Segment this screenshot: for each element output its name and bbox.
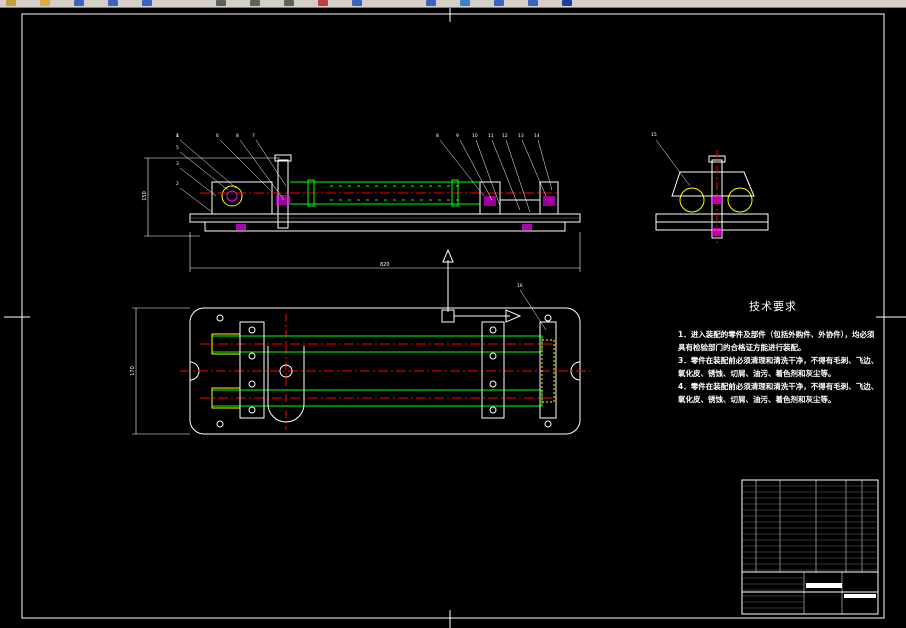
tech-line: 氧化皮、锈蚀、切屑、油污、着色剂和灰尘等。 bbox=[678, 369, 836, 378]
title-block-rows bbox=[742, 485, 878, 609]
right-clamp-bolt-2 bbox=[489, 352, 497, 360]
corner-bolt-tr bbox=[544, 314, 552, 322]
part-callout: 7 bbox=[252, 134, 255, 139]
part-callout: 12 bbox=[502, 134, 508, 139]
left-clamp-bolt-2 bbox=[248, 352, 256, 360]
side-leader bbox=[655, 139, 691, 187]
part-callout: 3 bbox=[176, 162, 179, 167]
end-bracket-nut bbox=[543, 196, 555, 206]
side-roller-right bbox=[727, 187, 753, 213]
pan-icon[interactable] bbox=[426, 0, 436, 6]
left-clamp-bolt-4 bbox=[248, 406, 256, 414]
length-dimension: 820 bbox=[380, 262, 390, 268]
part-callout: 14 bbox=[534, 134, 540, 139]
leader-9 bbox=[459, 139, 493, 201]
part-callout: 2 bbox=[176, 182, 179, 187]
top-leader bbox=[519, 289, 547, 331]
view-arrow bbox=[441, 248, 522, 323]
part-callout: 6 bbox=[216, 134, 219, 139]
help-icon[interactable] bbox=[562, 0, 572, 6]
side-view[interactable] bbox=[655, 139, 769, 244]
part-callout: 13 bbox=[518, 134, 524, 139]
side-roller-left bbox=[679, 187, 705, 213]
base-foot bbox=[204, 221, 566, 232]
leader-8 bbox=[439, 139, 485, 197]
save-icon[interactable] bbox=[74, 0, 84, 6]
right-bracket-nut bbox=[484, 196, 496, 206]
width-dimension: 170 bbox=[129, 366, 136, 376]
front-view[interactable] bbox=[144, 139, 581, 272]
tech-line: 氧化皮、锈蚀、切屑、油污、着色剂和灰尘等。 bbox=[678, 395, 836, 404]
block-icon[interactable] bbox=[528, 0, 538, 6]
leader-4 bbox=[179, 187, 213, 213]
side-vblock bbox=[671, 171, 755, 197]
part-callout: 10 bbox=[472, 134, 478, 139]
tech-line: 4．零件在装配前必须清理和清洗干净，不得有毛刺、飞边、 bbox=[678, 382, 879, 391]
copy-icon[interactable] bbox=[284, 0, 294, 6]
title-block-sheet-box bbox=[844, 594, 876, 598]
print-icon[interactable] bbox=[216, 0, 226, 6]
leader-13 bbox=[521, 139, 547, 197]
leader-7 bbox=[255, 139, 287, 187]
part-callout: 8 bbox=[436, 134, 439, 139]
leader-1 bbox=[179, 139, 237, 189]
left-clamp-bolt-3 bbox=[248, 380, 256, 388]
zoom-icon[interactable] bbox=[352, 0, 362, 6]
left-bolt-nut bbox=[276, 195, 290, 205]
base-nut-left bbox=[236, 224, 246, 230]
part-callout: 11 bbox=[488, 134, 494, 139]
right-block bbox=[499, 199, 541, 215]
tech-requirements-title: 技术要求 bbox=[749, 300, 797, 313]
left-clamp-bolt-1 bbox=[248, 326, 256, 334]
right-clamp-bolt-4 bbox=[489, 406, 497, 414]
undo-icon[interactable] bbox=[108, 0, 118, 6]
tech-line: 具有检验部门的合格证方能进行装配。 bbox=[678, 343, 806, 352]
part-callout: 1 bbox=[176, 134, 179, 139]
callout-side-view: 15 bbox=[651, 133, 657, 138]
tech-line: 1．进入装配的零件及部件（包括外购件、外协件），均必须 bbox=[678, 330, 875, 339]
top-view[interactable] bbox=[132, 289, 590, 435]
cut-icon[interactable] bbox=[250, 0, 260, 6]
height-dimension: 150 bbox=[141, 191, 148, 201]
part-callout: 9 bbox=[456, 134, 459, 139]
part-callout: 5 bbox=[176, 146, 179, 151]
tech-line: 3．零件在装配前必须清理和清洗干净，不得有毛刺、飞边、 bbox=[678, 356, 879, 365]
corner-bolt-bl bbox=[216, 420, 224, 428]
open-icon[interactable] bbox=[40, 0, 50, 6]
layer-icon[interactable] bbox=[460, 0, 470, 6]
new-icon[interactable] bbox=[6, 0, 16, 6]
part-callout: 8 bbox=[236, 134, 239, 139]
right-clamp-bolt-1 bbox=[489, 326, 497, 334]
redo-icon[interactable] bbox=[142, 0, 152, 6]
corner-bolt-tl bbox=[216, 314, 224, 322]
left-roller bbox=[221, 185, 243, 207]
base-nut-right bbox=[522, 224, 532, 230]
title-block-drawing-name bbox=[806, 583, 842, 588]
callout-top-view: 16 bbox=[517, 284, 523, 289]
technical-requirements: 技术要求 1．进入装配的零件及部件（包括外购件、外协件），均必须 具有检验部门的… bbox=[678, 298, 878, 406]
right-clamp-bolt-3 bbox=[489, 380, 497, 388]
paste-icon[interactable] bbox=[318, 0, 328, 6]
properties-icon[interactable] bbox=[494, 0, 504, 6]
corner-bolt-br bbox=[544, 420, 552, 428]
